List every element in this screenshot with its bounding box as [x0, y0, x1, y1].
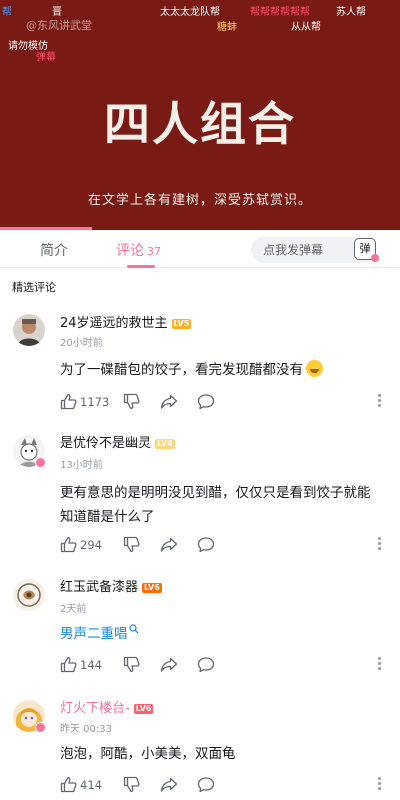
search-icon [128, 624, 138, 634]
more-options-icon[interactable] [377, 657, 381, 673]
avatar[interactable] [13, 579, 45, 611]
more-options-icon[interactable] [377, 777, 381, 793]
thumbs-up-icon [60, 393, 77, 410]
vip-badge-icon [35, 457, 46, 468]
share-button[interactable] [160, 656, 178, 674]
thumbs-down-icon [123, 536, 140, 553]
comment-username[interactable]: 是优伶不是幽灵 LV4 [60, 432, 175, 451]
thumbs-down-icon [123, 776, 140, 793]
more-options-icon[interactable] [377, 394, 381, 410]
level-badge: LV5 [171, 319, 192, 329]
comment-text: 更有意思的是明明没见到醋，仅仅只是看到饺子就能知道醋是什么了 [60, 485, 371, 525]
more-options-icon[interactable] [377, 537, 381, 553]
thumbs-up-icon [60, 536, 77, 553]
laugh-cry-emoji-icon [306, 360, 323, 377]
video-title-text: 四人组合 [104, 97, 296, 151]
thumbs-up-icon [60, 656, 77, 673]
like-count: 294 [80, 538, 102, 552]
comment-actions: 414 [60, 776, 390, 794]
comment-time: 13小时前 [60, 460, 103, 471]
like-count: 1173 [80, 395, 110, 409]
reply-button[interactable] [197, 393, 215, 411]
thumbs-down-icon [123, 393, 140, 410]
like-count: 144 [80, 658, 102, 672]
like-button[interactable]: 144 [60, 656, 102, 674]
comment-username[interactable]: 24岁遥远的救世主 LV5 [60, 312, 192, 331]
dislike-button[interactable] [123, 393, 140, 411]
dislike-button[interactable] [123, 776, 140, 794]
video-watermark: @东风讲武堂 [26, 19, 92, 32]
reply-button[interactable] [197, 776, 215, 794]
tab-intro[interactable]: 简介 [40, 240, 68, 260]
comment-username[interactable]: 红玉武备漆器 LV6 [60, 576, 162, 595]
level-badge: LV6 [142, 583, 162, 593]
share-button[interactable] [160, 393, 178, 411]
comment-text: 为了一碟醋包的饺子，看完发现醋都没有 [60, 358, 380, 382]
tab-bar: 简介 评论 37 点我发弹幕 弹 [0, 230, 400, 268]
comment-username[interactable]: 灯火下楼台- LV6 [60, 697, 154, 716]
share-icon [160, 394, 178, 409]
share-icon [160, 537, 178, 552]
like-button[interactable]: 294 [60, 536, 102, 554]
tab-comments[interactable]: 评论 37 [116, 240, 161, 260]
comment-time: 20小时前 [60, 338, 103, 349]
share-icon [160, 777, 178, 792]
comment-time: 昨天 00:33 [60, 724, 112, 735]
danmaku-toggle-button[interactable]: 弹 [354, 238, 379, 262]
comment-search-link[interactable]: 男声二重唱 [60, 622, 380, 646]
comment-bubble-icon [197, 777, 215, 793]
tab-comments-label: 评论 [116, 243, 144, 259]
comment-bubble-icon [197, 394, 215, 410]
danmaku-item: 糖蚌 [217, 22, 237, 33]
video-player[interactable]: 帮 晋 太太太龙队帮 帮帮帮帮帮帮 苏人帮 糖蚌 从从帮 弹幕 @东风讲武堂 请… [0, 0, 400, 230]
comment-actions: 144 [60, 656, 390, 674]
thumbs-up-icon [60, 776, 77, 793]
section-title: 精选评论 [12, 281, 56, 294]
comment-actions: 1173 [60, 393, 390, 411]
danmaku-item: 帮 [2, 7, 12, 18]
thumbs-down-icon [123, 656, 140, 673]
like-count: 414 [80, 778, 102, 792]
reply-button[interactable] [197, 656, 215, 674]
dislike-button[interactable] [123, 656, 140, 674]
vip-badge-icon [35, 722, 46, 733]
comment-count: 37 [147, 245, 161, 258]
danmaku-item: 帮帮帮帮帮帮 [250, 7, 310, 18]
avatar[interactable] [13, 314, 45, 346]
active-tab-indicator [127, 265, 155, 268]
like-button[interactable]: 1173 [60, 393, 109, 411]
comment-time: 2天前 [60, 604, 87, 615]
danmaku-item: 苏人帮 [336, 7, 366, 18]
dislike-button[interactable] [123, 536, 140, 554]
comment-text: 泡泡，阿酷，小美美，双面龟 [60, 746, 236, 762]
share-icon [160, 657, 178, 672]
comment-bubble-icon [197, 537, 215, 553]
reply-button[interactable] [197, 536, 215, 554]
danmaku-item: 从从帮 [291, 22, 321, 33]
level-badge: LV4 [155, 439, 175, 449]
level-badge: LV6 [133, 704, 154, 714]
share-button[interactable] [160, 536, 178, 554]
comment-bubble-icon [197, 657, 215, 673]
danmaku-item: 弹幕 [36, 52, 56, 63]
comment-actions: 294 [60, 536, 390, 554]
danmaku-item: 太太太龙队帮 [160, 7, 220, 18]
video-subtitle-text: 在文学上各有建树，深受苏轼赏识。 [87, 193, 312, 208]
watermark-note: 请勿模仿 [8, 41, 48, 52]
share-button[interactable] [160, 776, 178, 794]
like-button[interactable]: 414 [60, 776, 102, 794]
